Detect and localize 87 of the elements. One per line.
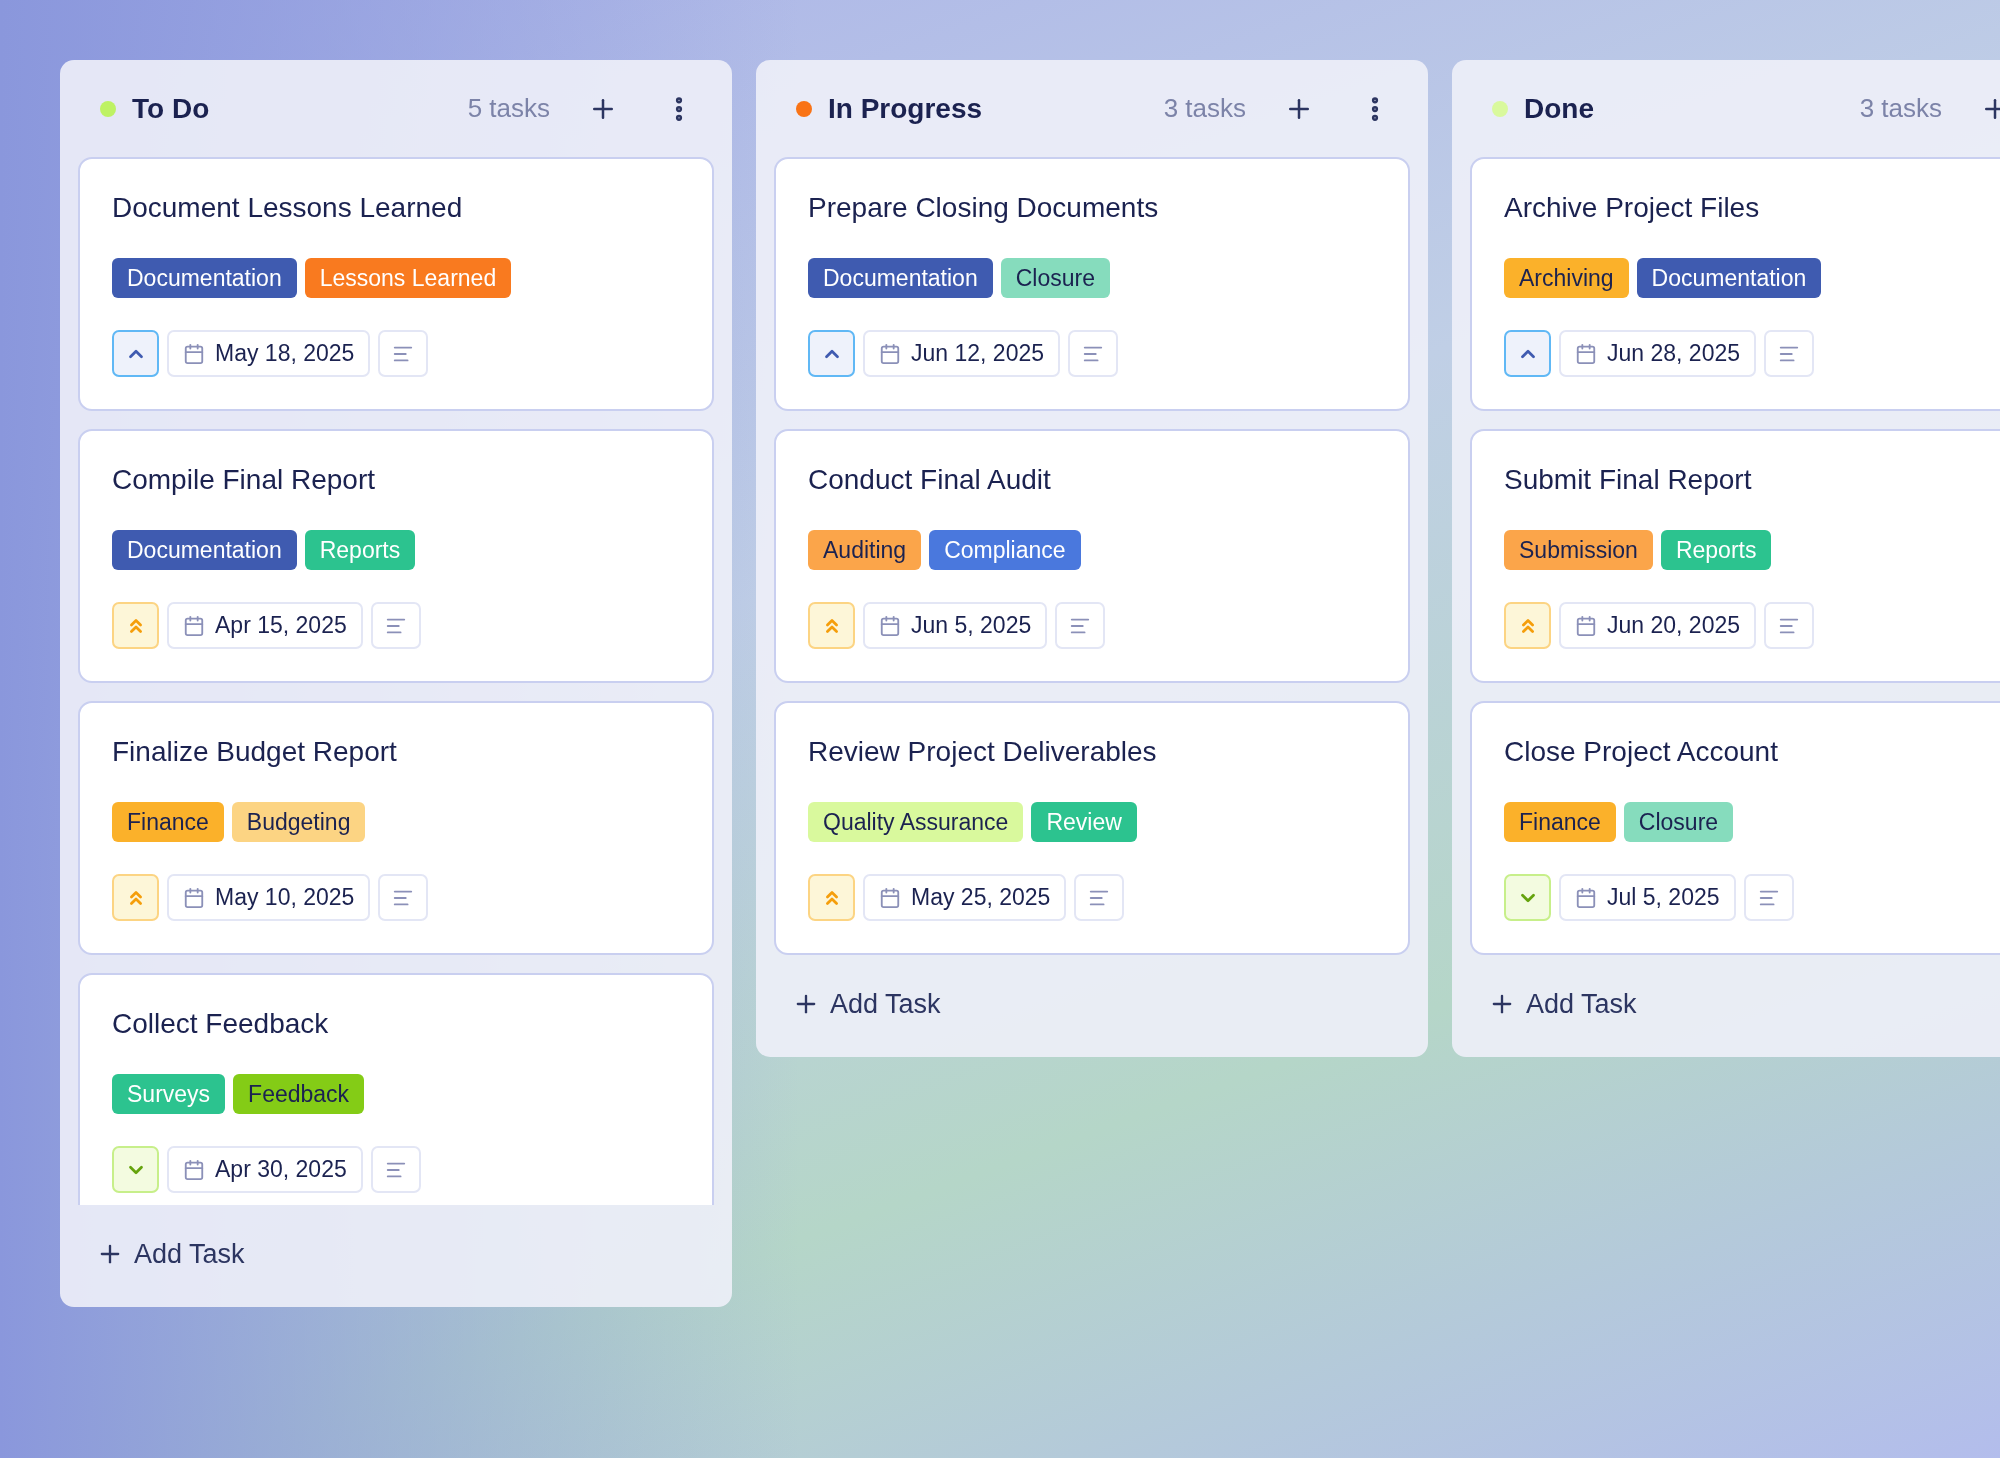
calendar-icon [879,886,901,909]
calendar-icon [1575,886,1597,909]
calendar-icon [879,614,901,637]
priority-button[interactable] [112,602,159,649]
calendar-icon [1575,614,1597,637]
calendar-icon [183,614,205,637]
due-date-button[interactable]: Jun 28, 2025 [1559,330,1756,377]
task-count: 3 tasks [1163,92,1246,125]
priority-button[interactable] [808,874,855,921]
task-title: Compile Final Report [112,463,376,497]
description-button[interactable] [378,874,429,921]
due-date-button[interactable]: Apr 30, 2025 [167,1146,363,1193]
description-button[interactable] [378,330,429,377]
due-date-button[interactable]: May 10, 2025 [167,874,371,921]
task-card[interactable]: Finalize Budget Report Finance Budgeting May 10, 2025 [78,701,714,955]
tag: Archiving [1504,258,1629,298]
add-task-button[interactable]: Add Task [774,955,1410,1053]
task-card[interactable]: Review Project Deliverables Quality Assurance Review May 25, 2025 [774,701,1410,955]
task-card[interactable]: Prepare Closing Documents Documentation Closure Jun 12, 2025 [774,157,1410,411]
tag: Reports [1660,530,1772,570]
description-button[interactable] [1764,602,1814,649]
tag: Finance [1504,802,1616,842]
tag: Submission [1504,530,1653,570]
task-title: Document Lessons Learned [112,191,464,225]
tag: Compliance [929,530,1081,570]
column-title: To Do [132,91,210,126]
task-card[interactable]: Compile Final Report Documentation Reports Apr 15, 2025 [78,429,714,683]
due-date-button[interactable]: Apr 15, 2025 [167,602,363,649]
add-task-button[interactable]: Add Task [1470,955,2000,1053]
due-date-button[interactable]: Jun 5, 2025 [863,602,1048,649]
calendar-icon [183,886,205,909]
column-title: Done [1524,91,1594,126]
due-date-button[interactable]: May 18, 2025 [167,330,371,377]
task-card[interactable]: Submit Final Report Submission Reports Jun 20, 2025 [1470,429,2000,683]
tag: Finance [112,802,224,842]
calendar-icon [879,342,901,365]
priority-button[interactable] [808,330,855,377]
description-button[interactable] [1055,602,1106,649]
task-title: Conduct Final Audit [808,463,1052,497]
priority-button[interactable] [112,330,159,377]
due-date-button[interactable]: May 25, 2025 [863,874,1067,921]
task-card[interactable]: Archive Project Files Archiving Documentation Jun 28, 2025 [1470,157,2000,411]
description-button[interactable] [1764,330,1814,377]
task-title: Review Project Deliverables [808,735,1158,769]
description-button[interactable] [370,602,421,649]
tag: Closure [1623,802,1734,842]
tag: Documentation [1636,258,1822,298]
tag: Review [1031,802,1137,842]
priority-button[interactable] [1504,602,1551,649]
tag: Auditing [808,530,922,570]
calendar-icon [1575,342,1597,365]
task-title: Close Project Account [1504,735,1779,769]
task-card[interactable]: Document Lessons Learned Documentation Lessons Learned May 18, 2025 [78,157,714,411]
tag: Documentation [112,258,297,298]
description-button[interactable] [1743,874,1794,921]
task-count: 3 tasks [1859,92,1942,125]
priority-button[interactable] [112,874,159,921]
description-button[interactable] [1068,330,1118,377]
tag: Reports [304,530,416,570]
priority-button[interactable] [808,602,855,649]
priority-button[interactable] [1504,330,1551,377]
task-title: Submit Final Report [1504,463,1753,497]
tag: Budgeting [231,802,366,842]
column-title: In Progress [828,91,983,126]
calendar-icon [183,1158,205,1181]
task-card[interactable]: Conduct Final Audit Auditing Compliance Jun 5, 2025 [774,429,1410,683]
tag: Surveys [112,1074,226,1114]
due-date-button[interactable]: Jun 12, 2025 [863,330,1060,377]
tag: Lessons Learned [304,258,512,298]
task-card[interactable]: Collect Feedback Surveys Feedback Apr 30, 2025 [78,973,714,1205]
task-title: Prepare Closing Documents [808,191,1160,225]
task-count: 5 tasks [467,92,550,125]
task-title: Finalize Budget Report [112,735,398,769]
tag: Closure [1000,258,1110,298]
task-title: Archive Project Files [1504,191,1761,225]
add-task-button[interactable]: Add Task [78,1205,714,1303]
tag: Documentation [808,258,993,298]
task-title: Collect Feedback [112,1007,330,1041]
due-date-button[interactable]: Jun 20, 2025 [1559,602,1756,649]
tag: Feedback [233,1074,365,1114]
task-card[interactable]: Close Project Account Finance Closure Jul 5, 2025 [1470,701,2000,955]
calendar-icon [183,342,205,365]
due-date-button[interactable]: Jul 5, 2025 [1559,874,1736,921]
tag: Quality Assurance [808,802,1024,842]
tag: Documentation [112,530,297,570]
description-button[interactable] [370,1146,421,1193]
description-button[interactable] [1074,874,1125,921]
